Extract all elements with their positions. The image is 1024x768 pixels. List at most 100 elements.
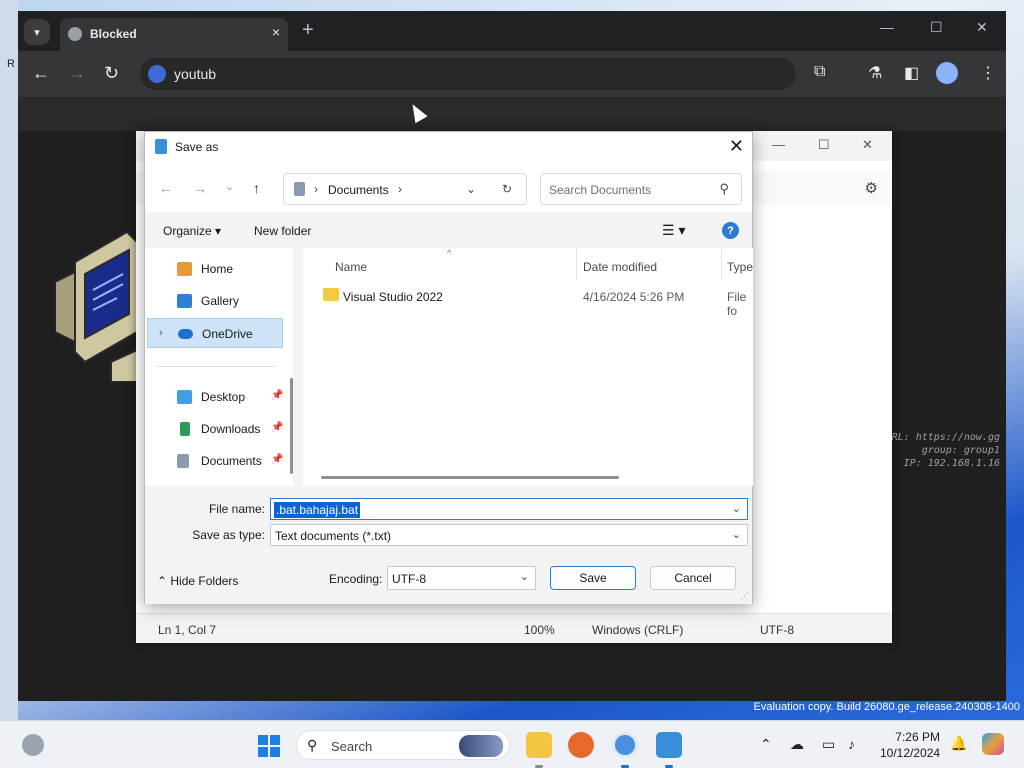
- taskbar-search[interactable]: ⚲ Search: [296, 730, 510, 760]
- clock[interactable]: 7:26 PM 10/12/2024: [880, 729, 940, 761]
- chevron-right-icon[interactable]: ›: [398, 182, 402, 196]
- chevron-down-icon[interactable]: ⌄: [520, 570, 529, 583]
- resize-grip[interactable]: ⋰: [740, 591, 749, 602]
- tab-strip: ▾ Blocked × + — ☐ ✕: [18, 11, 1006, 51]
- chevron-up-icon[interactable]: ⌃: [760, 736, 772, 753]
- connection-info: RL: https://now.gg group: group1 IP: 192…: [892, 431, 1000, 470]
- address-row: ← → ⌄ ↑ › Documents › ⌄ ↻ Search Documen…: [145, 162, 752, 212]
- network-icon[interactable]: ☁: [790, 736, 804, 753]
- forward-icon[interactable]: →: [68, 63, 86, 84]
- search-input[interactable]: Search Documents ⚲: [540, 173, 742, 205]
- cancel-button[interactable]: Cancel: [650, 566, 736, 590]
- column-divider[interactable]: [576, 248, 577, 280]
- close-icon[interactable]: ✕: [729, 136, 744, 157]
- extensions-icon[interactable]: ⧉: [814, 63, 825, 81]
- file-row[interactable]: Visual Studio 2022 4/16/2024 5:26 PM Fil…: [313, 284, 753, 318]
- copilot-icon[interactable]: [982, 733, 1004, 755]
- nav-item-home[interactable]: Home: [147, 254, 283, 284]
- display-icon[interactable]: ▭: [822, 736, 835, 753]
- organize-button[interactable]: Organize ▾: [163, 224, 221, 238]
- nav-item-onedrive[interactable]: › OneDrive: [147, 318, 283, 348]
- search-highlight-image: [459, 735, 503, 757]
- divider: [157, 366, 275, 367]
- column-header-type[interactable]: Type: [727, 260, 753, 274]
- sound-icon[interactable]: ♪: [848, 736, 855, 752]
- browser-toolbar: ← → ↻ youtub ⧉ ⚗ ◧ ⋮: [18, 51, 1006, 97]
- tab-close-button[interactable]: ×: [272, 24, 280, 40]
- search-placeholder: Search Documents: [549, 183, 652, 197]
- side-panel-icon[interactable]: ◧: [904, 63, 919, 83]
- encoding-label: Encoding:: [329, 572, 383, 586]
- hide-folders-button[interactable]: ⌃ Hide Folders: [157, 574, 238, 588]
- tab-search-button[interactable]: ▾: [24, 19, 50, 45]
- chrome-icon[interactable]: [612, 732, 638, 758]
- file-name-value[interactable]: .bat.bahajaj.bat: [274, 502, 361, 518]
- encoding-select[interactable]: UTF-8 ⌄: [387, 566, 536, 590]
- nav-label: Home: [201, 262, 234, 276]
- close-icon[interactable]: ✕: [862, 137, 873, 153]
- chevron-down-icon[interactable]: ⌄: [466, 182, 476, 196]
- address-bar[interactable]: youtub: [140, 58, 796, 90]
- minimize-icon[interactable]: —: [772, 137, 785, 152]
- zoom-level: 100%: [524, 623, 555, 637]
- save-button[interactable]: Save: [550, 566, 636, 590]
- connection-url: RL: https://now.gg: [891, 432, 1000, 443]
- profile-avatar[interactable]: [936, 62, 958, 84]
- file-list: ^ Name Date modified Type Visual Studio …: [303, 248, 753, 486]
- start-button[interactable]: [258, 735, 280, 757]
- file-name-field[interactable]: .bat.bahajaj.bat ⌄: [270, 498, 748, 520]
- nav-item-documents[interactable]: Documents 📌: [147, 446, 283, 476]
- new-tab-button[interactable]: +: [302, 19, 314, 42]
- view-options-icon[interactable]: ☰ ▾: [662, 222, 685, 239]
- maximize-icon[interactable]: ☐: [930, 19, 943, 36]
- recent-locations-icon[interactable]: ⌄: [225, 180, 234, 193]
- save-as-type-label: Save as type:: [192, 528, 265, 542]
- horizontal-scrollbar[interactable]: [321, 476, 619, 479]
- nav-item-downloads[interactable]: Downloads 📌: [147, 414, 283, 444]
- labs-icon[interactable]: ⚗: [868, 63, 882, 83]
- column-header-name[interactable]: Name: [335, 260, 367, 274]
- file-explorer-icon[interactable]: [526, 732, 552, 758]
- chevron-right-icon[interactable]: ›: [159, 327, 163, 339]
- save-as-type-select[interactable]: Text documents (*.txt) ⌄: [270, 524, 748, 546]
- nav-item-desktop[interactable]: Desktop 📌: [147, 382, 283, 412]
- new-folder-button[interactable]: New folder: [254, 224, 311, 238]
- maximize-icon[interactable]: ☐: [818, 137, 830, 153]
- globe-icon: [68, 27, 82, 41]
- firefox-icon[interactable]: [568, 732, 594, 758]
- notepad-icon[interactable]: [656, 732, 682, 758]
- connection-group: group: group1: [921, 445, 1000, 456]
- column-header-date[interactable]: Date modified: [583, 260, 657, 274]
- breadcrumb[interactable]: › Documents › ⌄ ↻: [283, 173, 527, 205]
- address-input[interactable]: youtub: [174, 66, 216, 82]
- gear-icon[interactable]: ⚙: [865, 179, 878, 197]
- forward-icon[interactable]: →: [193, 180, 207, 196]
- tab-blocked[interactable]: Blocked ×: [60, 18, 288, 51]
- chevron-down-icon[interactable]: ⌄: [732, 502, 741, 515]
- desktop-icon: [177, 390, 192, 404]
- menu-icon[interactable]: ⋮: [980, 63, 996, 83]
- pin-icon: 📌: [271, 422, 284, 433]
- help-icon[interactable]: ?: [722, 222, 739, 239]
- notepad-statusbar: Ln 1, Col 7 100% Windows (CRLF) UTF-8: [136, 613, 892, 643]
- back-icon[interactable]: ←: [32, 63, 50, 84]
- breadcrumb-documents[interactable]: Documents: [328, 183, 389, 197]
- nav-scrollbar[interactable]: [290, 378, 293, 474]
- notepad-icon: [155, 139, 167, 154]
- file-name: Visual Studio 2022: [343, 290, 443, 304]
- up-icon[interactable]: ↑: [253, 180, 260, 196]
- close-icon[interactable]: ✕: [976, 19, 988, 36]
- reload-icon[interactable]: ↻: [104, 63, 119, 84]
- refresh-icon[interactable]: ↻: [502, 182, 512, 196]
- nav-item-gallery[interactable]: Gallery: [147, 286, 283, 316]
- back-icon[interactable]: ←: [159, 180, 173, 196]
- chevron-down-icon[interactable]: ⌄: [732, 528, 741, 541]
- clock-date: 10/12/2024: [880, 746, 941, 760]
- file-date: 4/16/2024 5:26 PM: [583, 290, 685, 304]
- widgets-icon[interactable]: [22, 734, 44, 756]
- column-divider[interactable]: [721, 248, 722, 280]
- retro-computer-illustration: [55, 230, 137, 382]
- minimize-icon[interactable]: —: [880, 19, 894, 35]
- notification-bell-icon[interactable]: 🔔: [950, 735, 967, 752]
- gallery-icon: [177, 294, 192, 308]
